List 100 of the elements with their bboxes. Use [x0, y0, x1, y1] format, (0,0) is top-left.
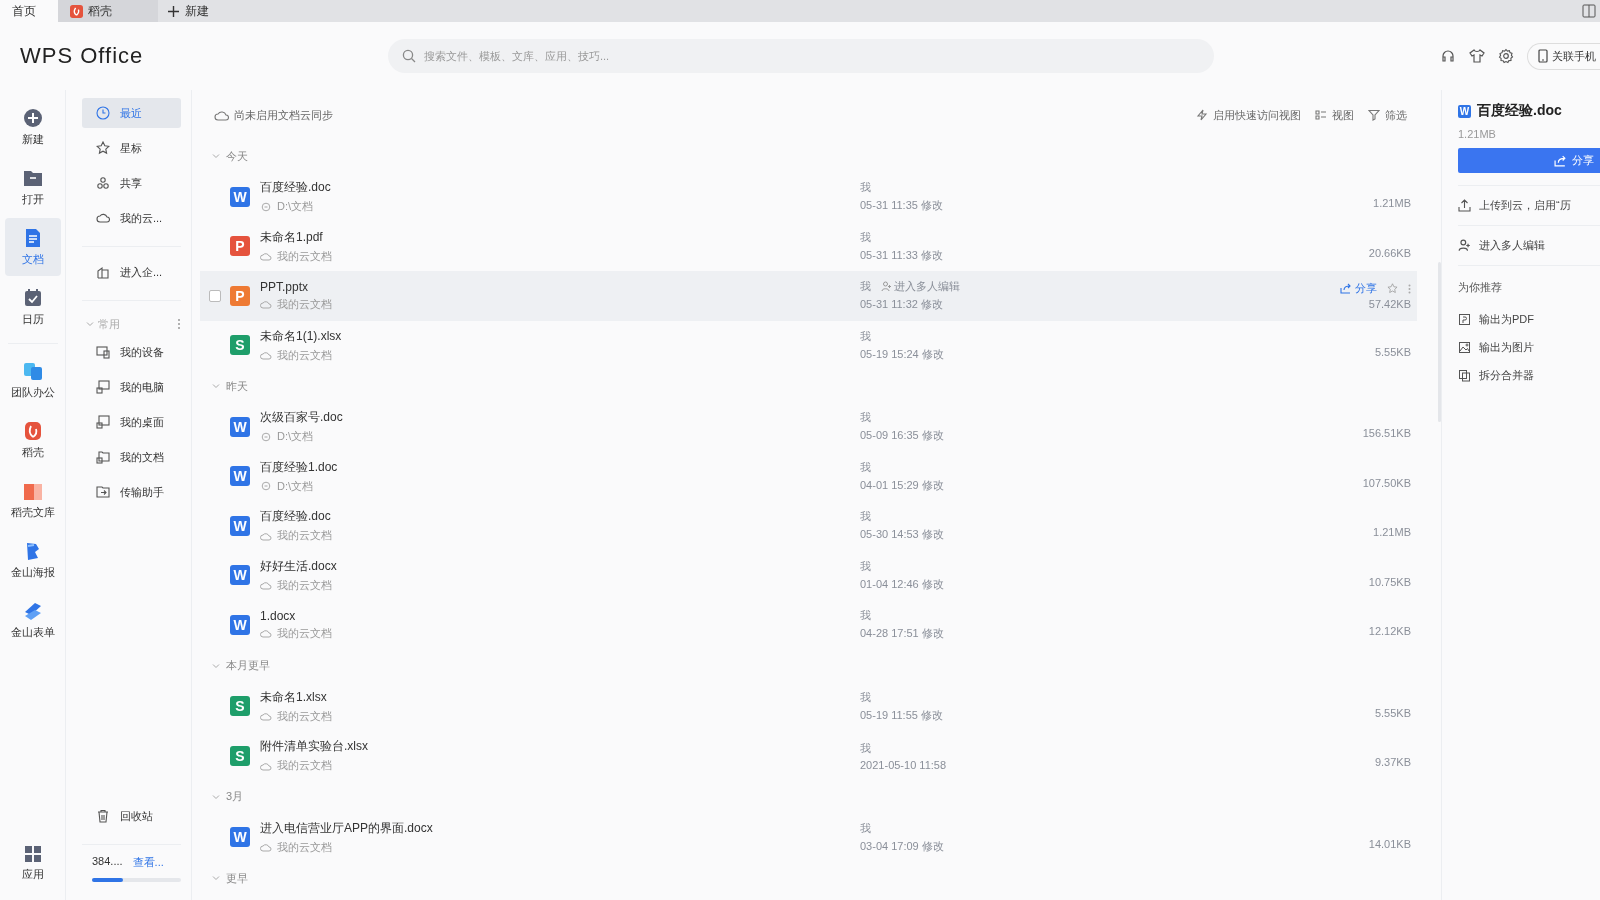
list-icon — [1315, 109, 1327, 121]
section-label: 常用 — [98, 316, 120, 332]
file-location: 我的云文档 — [277, 347, 332, 363]
filter-button[interactable]: 筛选 — [1368, 107, 1407, 123]
file-row[interactable]: W 次级百家号.doc D:\文档 我 05-09 16:35 修改 156.51KB — [200, 402, 1417, 452]
nav-rail-item[interactable]: 打开 — [4, 158, 61, 216]
more-icon[interactable] — [1408, 283, 1411, 294]
share-icon — [1554, 154, 1567, 167]
sidebar-item[interactable]: 我的电脑 — [82, 372, 181, 402]
file-row[interactable]: S 附件清单实验台.xlsx 我的云文档 我 2021-05-10 11:58 9.37KB — [200, 731, 1417, 781]
group-header[interactable]: 今天 — [200, 140, 1417, 172]
file-location: D:\文档 — [277, 429, 314, 445]
quick-access-button[interactable]: 启用快速访问视图 — [1196, 107, 1301, 123]
cloud-icon — [96, 211, 110, 225]
view-storage-link[interactable]: 查看... — [132, 855, 164, 870]
file-size: 9.37KB — [1374, 756, 1411, 769]
nav-rail-item[interactable]: 文档 — [4, 218, 61, 276]
share-link[interactable]: 分享 — [1340, 281, 1377, 297]
file-name: 1.docx — [260, 608, 297, 623]
file-size: 1.21MB — [1373, 526, 1411, 539]
building-icon — [96, 265, 110, 279]
sidebar-item[interactable]: 进入企... — [82, 257, 181, 287]
file-row[interactable]: P PPT.pptx 我的云文档 我 进入多人编辑 05-31 11:32 修改 分享 57.42KB — [200, 271, 1417, 321]
group-header[interactable]: 3月 — [200, 780, 1417, 813]
view-button[interactable]: 视图 — [1315, 107, 1354, 123]
file-name: 百度经验.doc — [260, 179, 332, 197]
sidebar-item[interactable]: 最近 — [82, 98, 181, 128]
recommend-item[interactable]: 输出为图片 — [1458, 333, 1600, 361]
sidebar-item[interactable]: 我的设备 — [82, 337, 181, 367]
split-view-icon[interactable] — [1582, 4, 1596, 18]
file-row[interactable]: W 百度经验.doc 我的云文档 我 05-30 14:53 修改 1.21MB — [200, 501, 1417, 551]
share-nodes-icon — [96, 176, 110, 190]
file-location: 我的云文档 — [277, 528, 332, 544]
plus-circle-icon — [22, 107, 43, 128]
nav-rail-item[interactable]: 金山表单 — [4, 591, 61, 649]
file-size: 156.51KB — [1362, 427, 1411, 440]
checkbox[interactable] — [209, 289, 221, 302]
nav-rail-item[interactable]: 金山海报 — [4, 531, 61, 589]
plus-icon — [168, 5, 179, 17]
file-location: 我的云文档 — [277, 758, 332, 774]
file-location: D:\文档 — [277, 199, 314, 215]
modified-time: 05-31 11:33 修改 — [860, 247, 943, 263]
file-row[interactable]: W 好好生活.docx 我的云文档 我 01-04 12:46 修改 10.75KB — [200, 550, 1417, 600]
nav-rail-item[interactable]: 团队办公 — [4, 351, 61, 409]
sidebar-item[interactable]: 我的桌面 — [82, 407, 181, 437]
file-type-icon: W — [230, 827, 250, 848]
sidebar-item[interactable]: 我的文档 — [82, 442, 181, 472]
nav-rail-item[interactable]: 日历 — [4, 278, 61, 336]
chevron-down-icon[interactable] — [86, 320, 94, 328]
settings-icon[interactable] — [1498, 48, 1514, 64]
nav-rail-item[interactable]: 稻壳 — [4, 411, 61, 469]
file-row[interactable]: W 百度经验1.doc D:\文档 我 04-01 15:29 修改 107.50KB — [200, 451, 1417, 501]
file-name: 百度经验.doc — [260, 508, 332, 526]
file-owner: 我 — [860, 509, 871, 525]
cloud-sync-notice[interactable]: 尚未启用文档云同步 — [214, 107, 333, 123]
file-size: 12.12KB — [1368, 625, 1411, 638]
file-owner: 我 — [860, 328, 871, 344]
headset-icon[interactable] — [1440, 48, 1456, 64]
phone-icon — [1538, 49, 1548, 63]
recommend-item[interactable]: 拆分合并器 — [1458, 361, 1600, 389]
sidebar-item[interactable]: 共享 — [82, 168, 181, 198]
file-row[interactable]: W 百度经验.doc D:\文档 我 05-31 11:35 修改 1.21MB — [200, 172, 1417, 222]
file-owner: 我 — [860, 180, 871, 196]
new-tab-button[interactable]: 新建 — [158, 0, 219, 22]
group-header[interactable]: 更早 — [200, 862, 1417, 894]
file-owner: 我 — [860, 689, 871, 705]
lightning-icon — [1196, 109, 1208, 121]
collab-edit-link[interactable]: 进入多人编辑 — [1458, 238, 1600, 253]
recommend-item[interactable]: 输出为PDF — [1458, 305, 1600, 333]
nav-rail-item[interactable]: 新建 — [4, 98, 61, 156]
cloud-icon — [214, 108, 229, 122]
share-button[interactable]: 分享 — [1458, 148, 1600, 173]
star-icon[interactable] — [1387, 283, 1398, 295]
more-icon[interactable] — [177, 318, 181, 330]
group-header[interactable]: 昨天 — [200, 370, 1417, 402]
sidebar-item[interactable]: 星标 — [82, 133, 181, 163]
file-row[interactable]: W 进入电信营业厅APP的界面.docx 我的云文档 我 03-04 17:09 修改 14.01KB — [200, 812, 1417, 862]
file-type-icon: S — [230, 745, 250, 766]
sprout-icon — [70, 4, 83, 18]
transfer-icon — [96, 485, 110, 499]
shirt-icon[interactable] — [1469, 48, 1485, 64]
tab[interactable]: 首页 — [0, 0, 58, 22]
sidebar-item[interactable]: 传输助手 — [82, 477, 181, 507]
file-row[interactable]: P 未命名1.pdf 我的云文档 我 05-31 11:33 修改 20.66KB — [200, 221, 1417, 271]
tab[interactable]: 稻壳 — [58, 0, 158, 22]
search-icon — [402, 49, 416, 63]
file-row[interactable]: W 1.docx 我的云文档 我 04-28 17:51 修改 12.12KB — [200, 600, 1417, 650]
search-field[interactable]: 搜索文件、模板、文库、应用、技巧... — [388, 39, 1214, 73]
group-header[interactable]: 本月更早 — [200, 649, 1417, 682]
file-name: 百度经验1.doc — [260, 458, 339, 476]
nav-rail-item[interactable]: 稻壳文库 — [4, 471, 61, 529]
file-row[interactable]: S 未命名1.xlsx 我的云文档 我 05-19 11:55 修改 5.55KB — [200, 681, 1417, 731]
add-user-icon — [881, 281, 892, 293]
apps-button[interactable]: 应用 — [4, 834, 61, 892]
file-type-icon: W — [230, 416, 250, 437]
sidebar-item[interactable]: 我的云... — [82, 203, 181, 233]
recycle-bin-item[interactable]: 回收站 — [82, 801, 181, 831]
modified-time: 01-04 12:46 修改 — [860, 576, 944, 592]
upload-to-cloud-link[interactable]: 上传到云，启用“历 — [1458, 198, 1600, 213]
file-row[interactable]: S 未命名1(1).xlsx 我的云文档 我 05-19 15:24 修改 5.55KB — [200, 320, 1417, 370]
